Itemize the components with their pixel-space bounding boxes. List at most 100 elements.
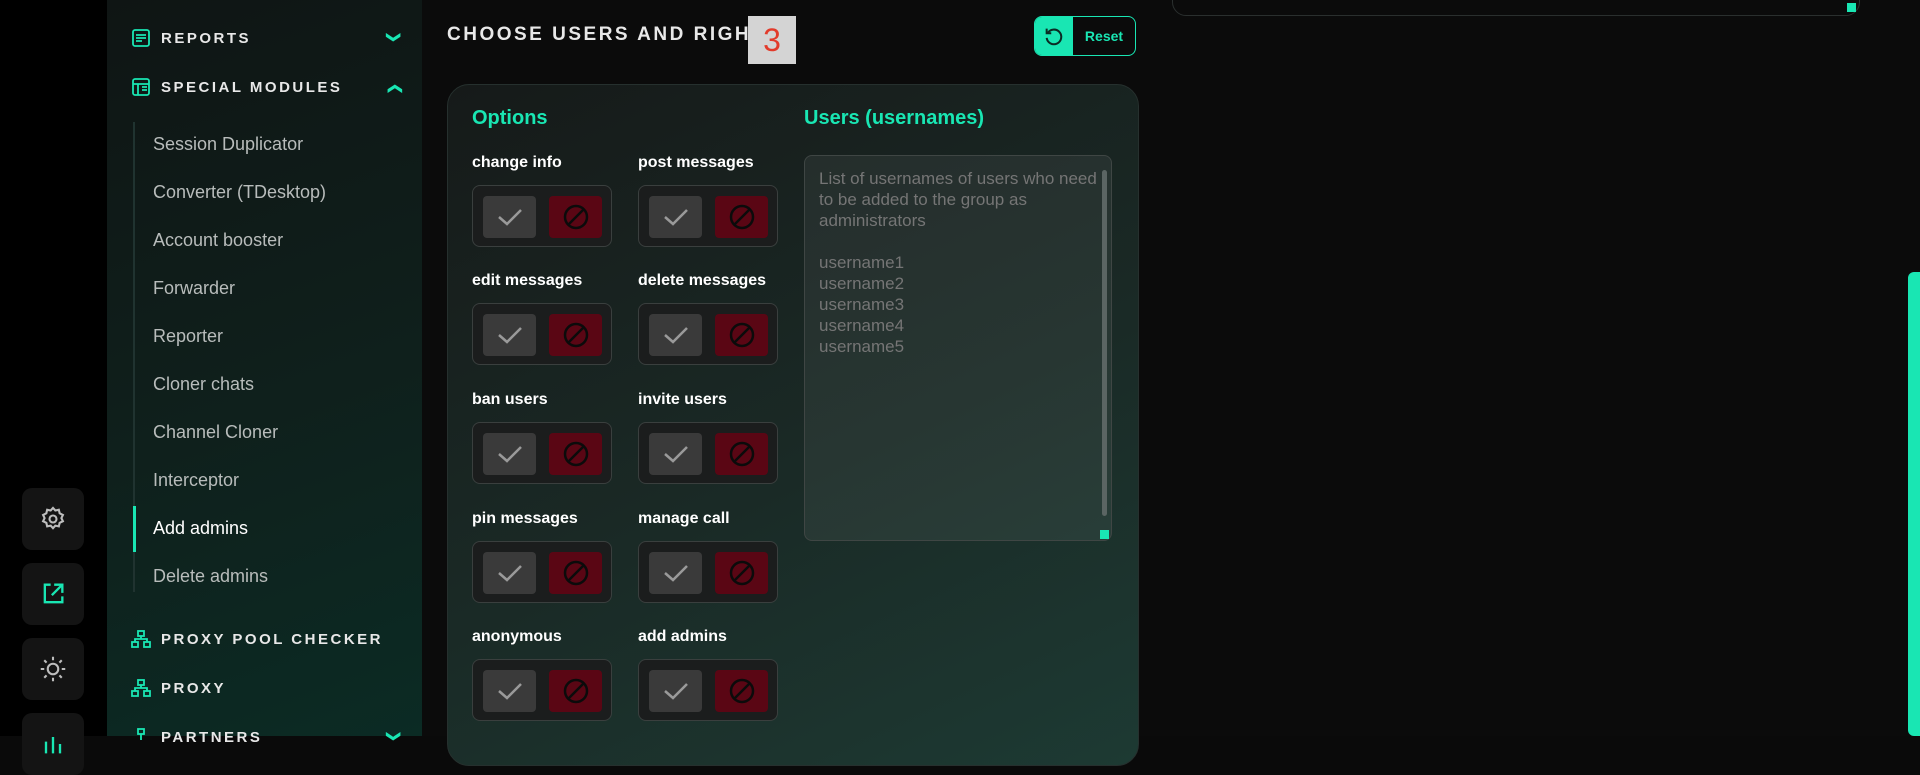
report-icon [132,29,150,47]
resize-handle[interactable] [1847,3,1856,12]
option-label: ban users [472,391,548,408]
ban-icon [729,560,754,586]
deny-button[interactable] [549,552,602,594]
deny-button[interactable] [549,433,602,475]
check-icon [497,209,522,226]
chevron-down-icon: ❯ [386,729,403,745]
page-title: CHOOSE USERS AND RIGHTS [447,24,781,45]
allow-button[interactable] [649,670,702,712]
sidebar-item-add-admins[interactable]: Add admins [153,518,248,539]
users-heading: Users (usernames) [804,107,985,129]
option-label: pin messages [472,510,578,527]
sidebar-item-converter[interactable]: Converter (TDesktop) [153,182,326,203]
sidebar-section-special-modules[interactable]: SPECIAL MODULES ❯ [131,77,401,97]
option-toggle-ban-users [472,422,612,484]
ban-icon [729,678,754,704]
theme-toggle-button[interactable] [22,638,84,700]
check-icon [663,209,688,226]
allow-button[interactable] [649,314,702,356]
sidebar: REPORTS ❯ SPECIAL MODULES ❯ Session Dupl… [107,0,422,746]
textarea-scrollbar[interactable] [1102,170,1107,516]
option-toggle-anonymous [472,659,612,721]
option-toggle-invite-users [638,422,778,484]
allow-button[interactable] [483,196,536,238]
section-label: SPECIAL MODULES [161,78,343,96]
sidebar-section-proxy[interactable]: PROXY [131,678,401,698]
external-link-icon [43,583,64,604]
sidebar-item-cloner-chats[interactable]: Cloner chats [153,374,254,395]
deny-button[interactable] [715,196,768,238]
deny-button[interactable] [715,314,768,356]
partners-icon [137,728,145,740]
option-label: post messages [638,154,754,171]
page-scrollbar[interactable] [1908,272,1920,736]
check-icon [663,327,688,344]
sidebar-item-delete-admins[interactable]: Delete admins [153,566,268,587]
reset-label: Reset [1084,28,1124,44]
deny-button[interactable] [715,433,768,475]
active-indicator [133,506,136,552]
ban-icon [563,678,588,704]
option-label: anonymous [472,628,562,645]
check-icon [663,683,688,700]
option-toggle-post-messages [638,185,778,247]
allow-button[interactable] [483,670,536,712]
sidebar-item-forwarder[interactable]: Forwarder [153,278,235,299]
allow-button[interactable] [649,552,702,594]
allow-button[interactable] [483,314,536,356]
step-badge: 3 [748,16,796,64]
sidebar-section-reports[interactable]: REPORTS ❯ [131,28,403,48]
reset-button[interactable]: Reset [1034,16,1136,56]
allow-button[interactable] [649,433,702,475]
allow-button[interactable] [483,552,536,594]
deny-button[interactable] [715,670,768,712]
section-label: PARTNERS [161,728,263,746]
network-icon [131,679,151,697]
allow-button[interactable] [649,196,702,238]
sidebar-section-proxy-pool-checker[interactable]: PROXY POOL CHECKER [131,629,401,649]
option-toggle-delete-messages [638,303,778,365]
ban-icon [729,322,754,348]
ban-icon [563,441,588,467]
deny-button[interactable] [549,670,602,712]
deny-button[interactable] [715,552,768,594]
usernames-textarea[interactable] [804,155,1112,541]
ban-icon [563,322,588,348]
check-icon [497,327,522,344]
sidebar-item-session-duplicator[interactable]: Session Duplicator [153,134,303,155]
option-toggle-manage-call [638,541,778,603]
section-label: PROXY POOL CHECKER [161,630,383,648]
sidebar-item-interceptor[interactable]: Interceptor [153,470,239,491]
section-label: REPORTS [161,29,252,47]
deny-button[interactable] [549,314,602,356]
option-label: manage call [638,510,730,527]
option-label: delete messages [638,272,767,289]
option-label: add admins [638,628,727,645]
chart-button[interactable] [22,713,84,775]
gear-icon [41,506,65,530]
chevron-down-icon: ❯ [386,30,403,46]
modules-icon [132,78,150,96]
deny-button[interactable] [549,196,602,238]
check-icon [497,683,522,700]
check-icon [663,565,688,582]
ban-icon [729,441,754,467]
option-toggle-add-admins [638,659,778,721]
option-toggle-pin-messages [472,541,612,603]
option-label: change info [472,154,562,171]
check-icon [663,446,688,463]
allow-button[interactable] [483,433,536,475]
check-icon [497,446,522,463]
ban-icon [729,204,754,230]
right-card [1172,0,1860,16]
sidebar-item-channel-cloner[interactable]: Channel Cloner [153,422,278,443]
chevron-up-icon: ❯ [385,79,402,95]
settings-button[interactable] [22,488,84,550]
sidebar-section-partners[interactable]: PARTNERS ❯ [131,727,403,747]
open-external-button[interactable] [22,563,84,625]
sidebar-item-reporter[interactable]: Reporter [153,326,223,347]
ban-icon [563,560,588,586]
option-toggle-edit-messages [472,303,612,365]
resize-handle[interactable] [1100,530,1109,539]
sidebar-item-account-booster[interactable]: Account booster [153,230,283,251]
